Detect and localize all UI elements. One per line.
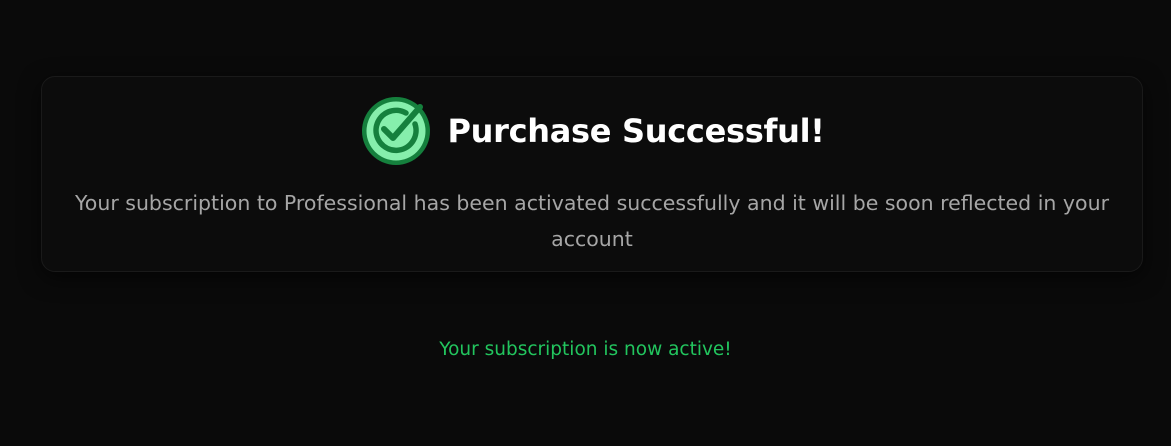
page: Purchase Successful! Your subscription t… xyxy=(0,0,1171,446)
page-title: Purchase Successful! xyxy=(447,112,825,150)
success-card: Purchase Successful! Your subscription t… xyxy=(41,76,1143,272)
check-circle-icon xyxy=(362,97,431,165)
card-heading: Purchase Successful! xyxy=(42,94,1142,168)
success-message: Your subscription to Professional has be… xyxy=(74,191,1109,251)
status-text: Your subscription is now active! xyxy=(439,339,732,360)
